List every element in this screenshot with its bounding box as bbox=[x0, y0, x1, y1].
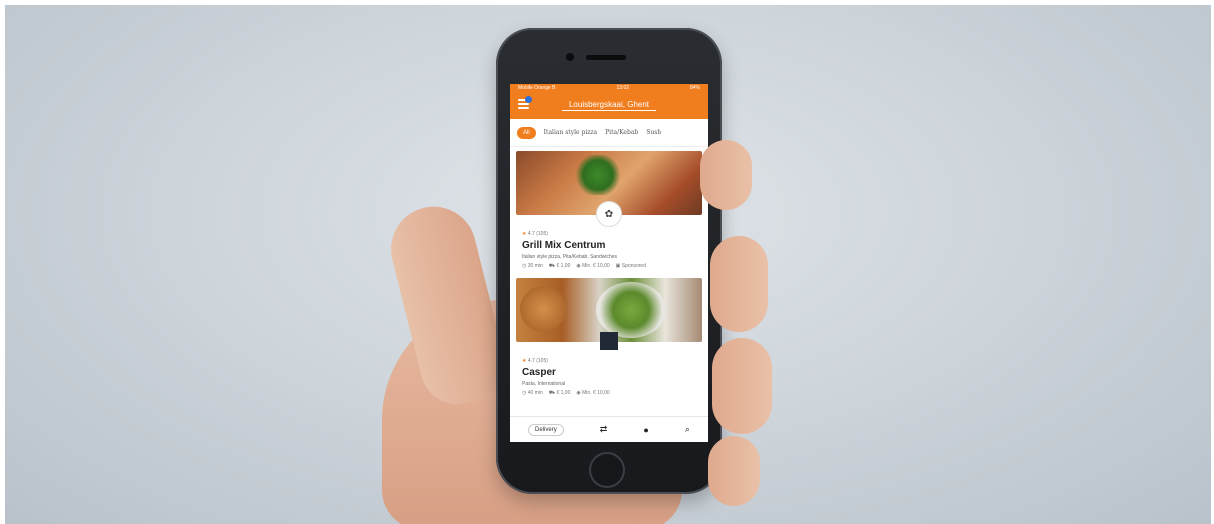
finger bbox=[708, 436, 760, 506]
clock: 13:02 bbox=[616, 85, 630, 91]
battery-label: 84% bbox=[689, 85, 700, 91]
app-header: Louisbergskaai, Ghent bbox=[510, 93, 708, 119]
min-order: ◉ Min. € 10,00 bbox=[576, 263, 610, 269]
category-pita-kebab[interactable]: Pita/Kebab bbox=[605, 129, 638, 136]
restaurant-name: Grill Mix Centrum bbox=[522, 240, 606, 251]
earpiece-speaker bbox=[586, 55, 626, 60]
bottom-nav: Delivery ⇄ ● ⌕ bbox=[510, 416, 708, 442]
phone-screen: Mobile Orange B 13:02 84% Louisbergskaai… bbox=[510, 84, 708, 442]
category-italian-pizza[interactable]: Italian style pizza bbox=[544, 129, 597, 136]
restaurant-card[interactable]: ★ 4.7 (105) Casper Pasta, International … bbox=[516, 278, 702, 401]
delivery-info: ◷ 30 min ⛟ € 1,00 ◉ Min. € 10,00 ▣ Spons… bbox=[522, 263, 696, 270]
map-pin-icon[interactable]: ● bbox=[643, 425, 648, 435]
carrier-label: Mobile Orange B bbox=[518, 85, 556, 91]
delivery-info: ◷ 40 min ⛟ € 1,00 ◉ Min. € 10,00 bbox=[522, 390, 696, 397]
finger bbox=[712, 338, 772, 434]
home-button bbox=[589, 452, 625, 488]
min-order: ◉ Min. € 10,00 bbox=[576, 390, 610, 396]
cuisines: Pasta, International bbox=[522, 381, 566, 387]
front-camera bbox=[566, 53, 574, 61]
delivery-fee: ⛟ € 1,00 bbox=[548, 263, 571, 269]
delivery-address[interactable]: Louisbergskaai, Ghent bbox=[562, 100, 656, 111]
finger bbox=[710, 236, 768, 332]
star-icon: ★ bbox=[522, 358, 527, 364]
restaurant-logo: ✿ bbox=[596, 201, 622, 227]
rating: ★ 4.7 (105) bbox=[522, 358, 548, 364]
rating: ★ 4.7 (105) bbox=[522, 231, 548, 237]
status-bar: Mobile Orange B 13:02 84% bbox=[510, 84, 708, 93]
restaurant-card[interactable]: ✿ ★ 4.7 (105) Grill Mix Centrum Italian … bbox=[516, 151, 702, 274]
category-bar: All Italian style pizza Pita/Kebab Sush bbox=[510, 119, 708, 147]
restaurant-name: Casper bbox=[522, 367, 556, 378]
delivery-toggle[interactable]: Delivery bbox=[528, 423, 564, 436]
category-sushi[interactable]: Sush bbox=[646, 129, 661, 136]
finger bbox=[700, 140, 752, 210]
delivery-fee: ⛟ € 1,00 bbox=[548, 390, 571, 396]
delivery-time: ◷ 30 min bbox=[522, 263, 543, 269]
filter-icon[interactable]: ⇄ bbox=[600, 424, 608, 435]
star-icon: ★ bbox=[522, 231, 527, 237]
restaurant-logo bbox=[600, 332, 618, 350]
delivery-time: ◷ 40 min bbox=[522, 390, 543, 396]
notification-dot bbox=[525, 96, 532, 103]
sponsored-tag: ▣ Sponsored bbox=[615, 263, 646, 269]
cuisines: Italian style pizza, Pita/Kebab, Sandwic… bbox=[522, 254, 618, 260]
search-icon[interactable]: ⌕ bbox=[685, 424, 690, 435]
category-all[interactable]: All bbox=[517, 126, 536, 139]
